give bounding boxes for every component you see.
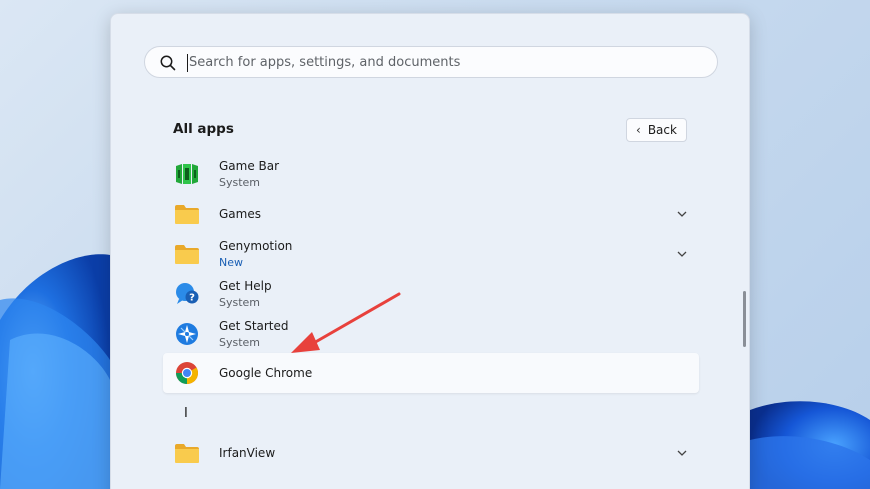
chevron-down-icon[interactable] <box>675 207 689 221</box>
chevron-down-icon[interactable] <box>675 446 689 460</box>
chevron-down-icon[interactable] <box>675 247 689 261</box>
app-subtitle: System <box>219 336 261 349</box>
app-item-genymotion[interactable]: Genymotion New <box>163 234 699 274</box>
app-name: Genymotion <box>219 239 293 253</box>
back-button[interactable]: ‹ Back <box>626 118 687 142</box>
svg-text:?: ? <box>189 293 195 304</box>
game-bar-icon <box>176 164 198 184</box>
app-item-google-chrome[interactable]: Google Chrome <box>163 353 699 393</box>
folder-icon <box>175 245 199 264</box>
app-name: Get Help <box>219 279 272 293</box>
all-apps-title: All apps <box>173 121 234 137</box>
app-item-irfanview[interactable]: IrfanView <box>163 433 699 473</box>
search-box[interactable]: Search for apps, settings, and documents <box>144 46 718 78</box>
search-icon <box>160 55 176 71</box>
app-name: Games <box>219 207 261 221</box>
app-item-games[interactable]: Games <box>163 194 699 234</box>
app-item-game-bar[interactable]: Game Bar System <box>163 154 699 194</box>
chrome-icon <box>176 362 198 384</box>
app-name: Get Started <box>219 319 289 333</box>
search-input[interactable]: Search for apps, settings, and documents <box>189 54 460 72</box>
start-menu-panel: Search for apps, settings, and documents… <box>110 13 750 489</box>
scrollbar-thumb[interactable] <box>743 291 746 347</box>
app-name: Google Chrome <box>219 366 313 380</box>
get-started-icon <box>176 323 198 345</box>
new-badge: New <box>219 256 243 269</box>
app-item-get-started[interactable]: Get Started System <box>163 314 699 354</box>
get-help-icon: ? <box>176 283 199 304</box>
app-name: IrfanView <box>219 446 276 460</box>
app-item-get-help[interactable]: ? Get Help System <box>163 274 699 314</box>
back-button-label: Back <box>647 123 677 137</box>
text-caret <box>187 54 188 72</box>
app-name: Game Bar <box>219 159 280 173</box>
chevron-left-icon: ‹ <box>636 123 641 137</box>
section-letter-i[interactable]: I <box>184 406 188 421</box>
folder-icon <box>175 205 199 224</box>
app-subtitle: System <box>219 296 261 309</box>
app-subtitle: System <box>219 176 261 189</box>
folder-icon <box>175 444 199 463</box>
